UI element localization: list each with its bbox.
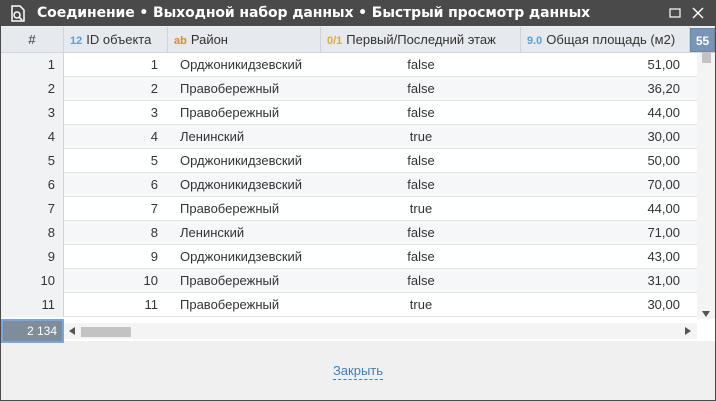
cell-area: 31,00 (647, 273, 680, 288)
document-search-icon (11, 5, 25, 22)
close-link-container: Закрыть (1, 363, 715, 380)
window-title: Соединение • Выходной набор данных • Быс… (37, 5, 591, 21)
cell-id: 4 (150, 129, 158, 144)
cell-district: Ленинский (180, 225, 245, 240)
data-grid: # 12 ID объекта ab Район 0/1 Первый/Последн… (1, 27, 715, 319)
cell-floor: false (407, 105, 435, 120)
cell-id: 2 (150, 81, 158, 96)
cell-id: 7 (150, 201, 158, 216)
cell-district: Орджоникидзевский (180, 57, 303, 72)
cell-district: Орджоникидзевский (180, 249, 303, 264)
scroll-down-icon[interactable] (702, 311, 710, 317)
cell-floor: false (407, 57, 435, 72)
cell-area: 30,00 (647, 297, 680, 312)
cell-floor: false (407, 225, 435, 240)
header-floor[interactable]: 0/1 Первый/Последний этаж (321, 27, 521, 53)
cell-rownum: 1 (1, 53, 64, 77)
header-district-label: Район (190, 32, 228, 47)
table-row[interactable]: 5 5 Орджоникидзевский false 50,00 (1, 149, 697, 173)
cell-district: Орджоникидзевский (180, 177, 303, 192)
cell-area: 36,20 (647, 81, 680, 96)
header-rownum-label: # (28, 32, 36, 47)
cell-district: Правобережный (180, 201, 280, 216)
table-row[interactable]: 4 4 Ленинский true 30,00 (1, 125, 697, 149)
header-floor-label: Первый/Последний этаж (346, 32, 496, 47)
cell-floor: false (407, 81, 435, 96)
cell-floor: true (409, 129, 433, 144)
cell-rownum: 11 (1, 293, 64, 317)
cell-rownum: 10 (1, 269, 64, 293)
cell-floor: true (409, 297, 433, 312)
table-row[interactable]: 2 2 Правобережный false 36,20 (1, 77, 697, 101)
cell-district: Ленинский (180, 129, 245, 144)
table-row[interactable]: 11 11 Правобережный true 30,00 (1, 293, 697, 317)
cell-id: 1 (150, 57, 158, 72)
scroll-right-icon[interactable] (685, 327, 691, 335)
cell-floor: false (407, 249, 435, 264)
cell-area: 30,00 (647, 129, 680, 144)
cell-id: 5 (150, 153, 158, 168)
table-row[interactable]: 6 6 Орджоникидзевский false 70,00 (1, 173, 697, 197)
close-link[interactable]: Закрыть (332, 363, 384, 380)
cell-area: 43,00 (647, 249, 680, 264)
cell-rownum: 8 (1, 221, 64, 245)
cell-id: 6 (150, 177, 158, 192)
table-row[interactable]: 10 10 Правобережный false 31,00 (1, 269, 697, 293)
string-type-icon: ab (174, 35, 187, 47)
cell-rownum: 4 (1, 125, 64, 149)
vertical-scrollbar[interactable] (697, 53, 715, 319)
cell-area: 44,00 (647, 105, 680, 120)
cell-id: 11 (144, 297, 159, 312)
horizontal-scroll-thumb[interactable] (81, 327, 131, 337)
row-count-total: 2 134 (1, 319, 64, 343)
float-type-icon: 9.0 (527, 35, 543, 47)
cell-id: 3 (150, 105, 158, 120)
table-row[interactable]: 8 8 Ленинский false 71,00 (1, 221, 697, 245)
cell-rownum: 7 (1, 197, 64, 221)
cell-rownum: 9 (1, 245, 64, 269)
cell-floor: true (409, 201, 433, 216)
cell-area: 51,00 (647, 57, 680, 72)
header-id-label: ID объекта (86, 32, 152, 47)
cell-district: Правобережный (180, 81, 280, 96)
cell-id: 9 (150, 249, 158, 264)
cell-floor: false (407, 177, 435, 192)
table-row[interactable]: 7 7 Правобережный true 44,00 (1, 197, 697, 221)
cell-rownum: 3 (1, 101, 64, 125)
cell-area: 44,00 (647, 201, 680, 216)
maximize-icon[interactable] (668, 6, 682, 20)
cell-district: Орджоникидзевский (180, 153, 303, 168)
table-row[interactable]: 9 9 Орджоникидзевский false 43,00 (1, 245, 697, 269)
integer-type-icon: 12 (70, 35, 83, 47)
cell-area: 50,00 (647, 153, 680, 168)
table-row[interactable]: 3 3 Правобережный false 44,00 (1, 101, 697, 125)
cell-district: Правобережный (180, 273, 280, 288)
cell-rownum: 6 (1, 173, 64, 197)
cell-area: 71,00 (647, 225, 680, 240)
close-icon[interactable] (691, 6, 705, 20)
scroll-left-icon[interactable] (69, 327, 75, 335)
boolean-type-icon: 0/1 (327, 35, 343, 47)
title-bar: Соединение • Выходной набор данных • Быс… (1, 1, 715, 26)
header-area[interactable]: 9.0 Общая площадь (м2) (521, 27, 690, 53)
header-district[interactable]: ab Район (168, 27, 321, 53)
cell-floor: false (407, 153, 435, 168)
cell-id: 8 (150, 225, 158, 240)
column-count-badge: 55 (690, 28, 715, 52)
quick-view-window: Соединение • Выходной набор данных • Быс… (0, 0, 716, 401)
cell-rownum: 5 (1, 149, 64, 173)
cell-district: Правобережный (180, 105, 280, 120)
cell-rownum: 2 (1, 77, 64, 101)
horizontal-scrollbar[interactable] (64, 323, 697, 339)
cell-district: Правобережный (180, 297, 280, 312)
cell-area: 70,00 (647, 177, 680, 192)
header-id[interactable]: 12 ID объекта (64, 27, 168, 53)
header-rownum: # (1, 27, 64, 53)
table-row[interactable]: 1 1 Орджоникидзевский false 51,00 (1, 53, 697, 77)
header-area-label: Общая площадь (м2) (546, 32, 676, 47)
table-body: 1 1 Орджоникидзевский false 51,00 2 2 Правобере… (1, 53, 697, 317)
cell-floor: false (407, 273, 435, 288)
cell-id: 10 (143, 273, 158, 288)
